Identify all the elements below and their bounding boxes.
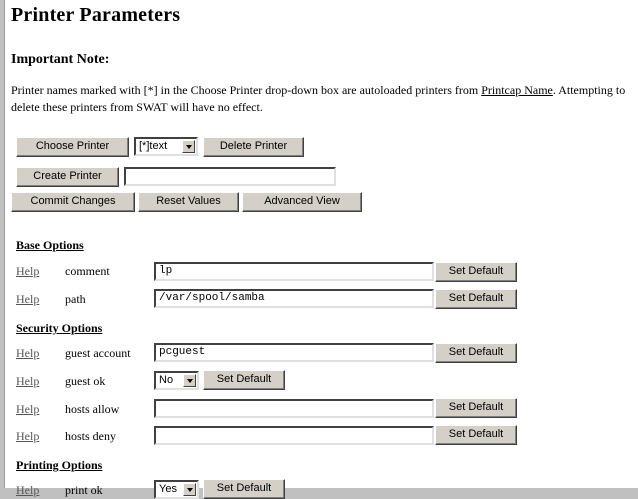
printcap-name-link[interactable]: Printcap Name: [481, 83, 553, 97]
set-default-button-guest-ok[interactable]: Set Default: [203, 370, 285, 390]
important-note-heading: Important Note:: [11, 52, 110, 67]
help-link-hosts-deny[interactable]: Help: [16, 429, 39, 444]
section-printing-options: Printing Options: [16, 458, 103, 472]
set-default-button-hosts-allow[interactable]: Set Default: [435, 398, 517, 418]
dropdown-arrow-icon[interactable]: [182, 140, 195, 153]
delete-printer-button[interactable]: Delete Printer: [203, 137, 304, 157]
hosts-deny-input[interactable]: [154, 426, 434, 445]
set-default-button-guest-account[interactable]: Set Default: [435, 343, 517, 363]
param-label-hosts-allow: hosts allow: [65, 402, 120, 416]
param-label-path: path: [65, 292, 86, 306]
set-default-button-path[interactable]: Set Default: [435, 289, 517, 309]
help-link-path[interactable]: Help: [16, 292, 39, 307]
param-label-guest-ok: guest ok: [65, 374, 106, 388]
reset-values-button[interactable]: Reset Values: [138, 192, 239, 212]
help-link-hosts-allow[interactable]: Help: [16, 402, 39, 417]
section-security-options: Security Options: [16, 321, 103, 335]
help-link-guest-ok[interactable]: Help: [16, 374, 39, 389]
important-note-text: Printer names marked with [*] in the Cho…: [11, 82, 637, 116]
print-ok-select-value: Yes: [159, 483, 177, 495]
set-default-button-hosts-deny[interactable]: Set Default: [435, 425, 517, 445]
printer-select[interactable]: [*]text: [134, 137, 198, 156]
section-base-options: Base Options: [16, 238, 84, 252]
advanced-view-button[interactable]: Advanced View: [242, 192, 362, 212]
printer-select-value: [*]text: [139, 140, 168, 152]
dropdown-arrow-icon[interactable]: [183, 483, 196, 496]
dropdown-arrow-icon[interactable]: [183, 374, 196, 387]
help-link-comment[interactable]: Help: [16, 264, 39, 279]
guest-account-input[interactable]: pcguest: [154, 343, 434, 362]
set-default-button-print-ok[interactable]: Set Default: [203, 479, 285, 499]
guest-ok-select-value: No: [159, 374, 174, 386]
note-text-before: Printer names marked with [*] in the Cho…: [11, 83, 482, 97]
param-label-hosts-deny: hosts deny: [65, 429, 116, 443]
create-printer-button[interactable]: Create Printer: [16, 167, 119, 187]
help-link-print-ok[interactable]: Help: [16, 483, 39, 498]
param-label-guest-account: guest account: [65, 346, 131, 360]
create-printer-input[interactable]: [124, 167, 336, 186]
comment-input[interactable]: lp: [154, 262, 434, 281]
commit-changes-button[interactable]: Commit Changes: [11, 192, 135, 212]
print-ok-select[interactable]: Yes: [154, 480, 199, 499]
set-default-button-comment[interactable]: Set Default: [435, 262, 517, 282]
hosts-allow-input[interactable]: [154, 399, 434, 418]
param-label-print-ok: print ok: [65, 483, 103, 497]
printer-parameters-page: Printer Parameters Important Note: Print…: [4, 0, 638, 499]
guest-ok-select[interactable]: No: [154, 371, 199, 390]
page-title: Printer Parameters: [11, 4, 181, 26]
param-label-comment: comment: [65, 264, 110, 278]
path-input[interactable]: /var/spool/samba: [154, 289, 434, 308]
help-link-guest-account[interactable]: Help: [16, 346, 39, 361]
choose-printer-button[interactable]: Choose Printer: [16, 137, 129, 157]
